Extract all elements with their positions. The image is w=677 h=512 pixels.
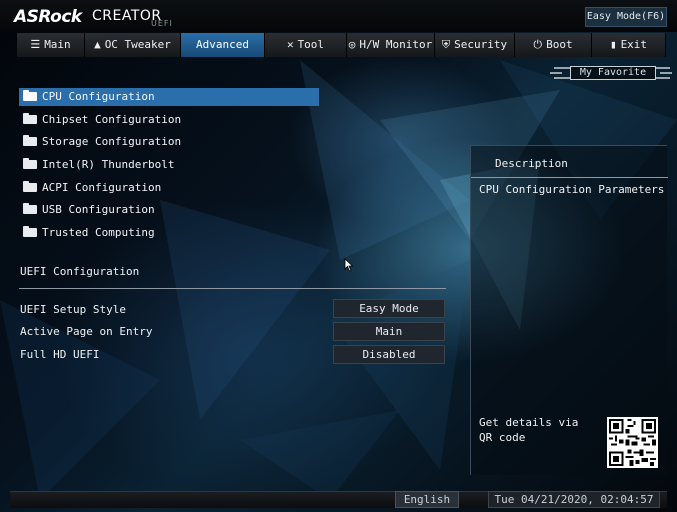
menu-item-usb-configuration[interactable]: USB Configuration — [19, 201, 319, 219]
language-button[interactable]: English — [395, 491, 459, 508]
menu-item-chipset-configuration[interactable]: Chipset Configuration — [19, 111, 319, 129]
door-icon: ▮ — [609, 38, 617, 51]
mouse-pointer-icon — [344, 258, 354, 272]
folder-icon — [23, 158, 37, 170]
description-title: Description — [495, 157, 568, 170]
folder-icon — [23, 135, 37, 147]
my-favorite-label: My Favorite — [570, 66, 656, 80]
advanced-menu: CPU Configuration Chipset Configuration … — [19, 88, 319, 247]
menu-item-storage-configuration[interactable]: Storage Configuration — [19, 133, 319, 151]
shield-icon: ⛨ — [441, 38, 451, 51]
power-icon: ⏻ — [533, 38, 543, 51]
folder-icon — [23, 226, 37, 238]
menu-item-intel-thunderbolt[interactable]: Intel(R) Thunderbolt — [19, 156, 319, 174]
uefi-setup-style-select[interactable]: Easy Mode — [333, 299, 445, 318]
tab-hw-monitor[interactable]: ◎ H/W Monitor — [347, 33, 435, 57]
folder-icon — [23, 90, 37, 101]
asrock-logo: ASRock — [14, 7, 82, 27]
full-hd-uefi-select[interactable]: Disabled — [333, 345, 445, 364]
folder-icon — [23, 203, 37, 215]
main-tabs: ☰ Main ▲ OC Tweaker Advanced ✕ Tool ◎ H/W Mo… — [17, 33, 666, 57]
menu-item-trusted-computing[interactable]: Trusted Computing — [19, 224, 319, 242]
tab-tool[interactable]: ✕ Tool — [265, 33, 347, 57]
tab-boot[interactable]: ⏻ Boot — [515, 33, 592, 57]
uefi-setup-style-label: UEFI Setup Style — [20, 303, 126, 316]
top-header: ASRock CREATOR UEFI Easy Mode(F6) — [0, 0, 677, 32]
uefi-configuration-heading: UEFI Configuration — [20, 265, 140, 278]
tab-advanced[interactable]: Advanced — [181, 33, 265, 57]
menu-item-acpi-configuration[interactable]: ACPI Configuration — [19, 179, 319, 197]
uefi-logo: UEFI — [151, 19, 173, 28]
full-hd-uefi-label: Full HD UEFI — [20, 348, 100, 361]
tab-oc-tweaker[interactable]: ▲ OC Tweaker — [85, 33, 181, 57]
tab-security[interactable]: ⛨ Security — [435, 33, 515, 57]
section-divider — [19, 288, 446, 289]
active-page-select[interactable]: Main — [333, 322, 445, 341]
qr-code-icon — [607, 417, 658, 468]
bios-screen: ASRock CREATOR UEFI Easy Mode(F6) ☰ Main … — [0, 0, 677, 512]
easy-mode-button[interactable]: Easy Mode(F6) — [585, 7, 667, 27]
menu-item-cpu-configuration[interactable]: CPU Configuration — [19, 88, 319, 106]
list-icon: ☰ — [30, 38, 41, 51]
monitor-gauge-icon: ◎ — [348, 38, 356, 51]
description-text: CPU Configuration Parameters — [479, 183, 665, 196]
qr-details-text: Get details via QR code — [479, 416, 579, 444]
tab-exit[interactable]: ▮ Exit — [592, 33, 666, 57]
description-panel: Description CPU Configuration Parameters… — [470, 145, 668, 475]
description-divider — [471, 177, 668, 178]
datetime-display: Tue 04/21/2020, 02:04:57 — [488, 491, 660, 508]
my-favorite[interactable]: My Favorite — [548, 64, 674, 82]
folder-icon — [23, 180, 37, 192]
active-page-label: Active Page on Entry — [20, 325, 153, 338]
tab-main[interactable]: ☰ Main — [17, 33, 85, 57]
tools-icon: ✕ — [286, 38, 294, 51]
rocket-icon: ▲ — [94, 38, 101, 51]
folder-icon — [23, 112, 37, 124]
